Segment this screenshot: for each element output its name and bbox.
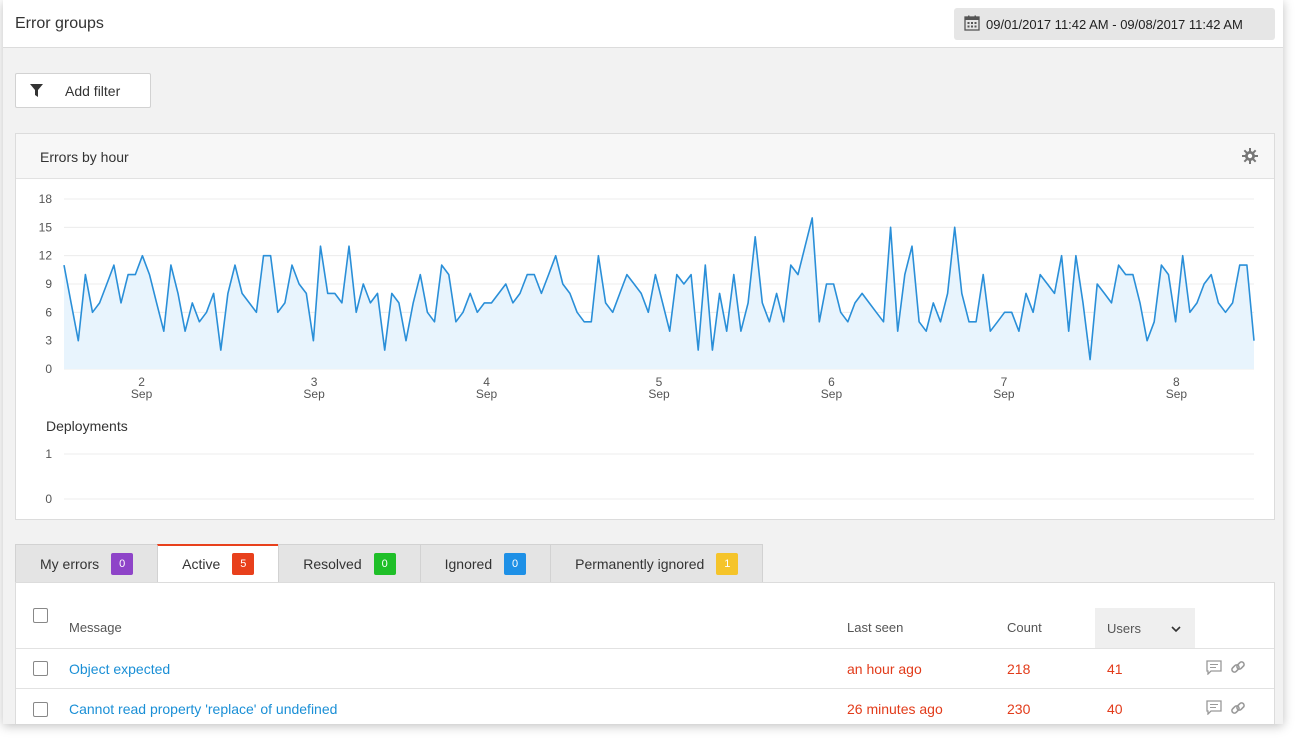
tab-count-badge: 5: [232, 553, 255, 575]
table-row[interactable]: Cannot read property 'replace' of undefi…: [16, 689, 1274, 724]
x-tick-month: Sep: [993, 387, 1015, 401]
link-icon[interactable]: [1230, 659, 1246, 678]
tab-ignored[interactable]: Ignored 0: [419, 544, 551, 583]
tab-resolved[interactable]: Resolved 0: [278, 544, 420, 583]
tab-count-badge: 0: [373, 552, 396, 575]
row-select-cell: [33, 689, 48, 724]
tab-label: Ignored: [444, 555, 493, 572]
tab-count-badge: 0: [111, 552, 134, 575]
y-tick-label: 18: [39, 192, 53, 206]
date-range-text: 09/01/2017 11:42 AM - 09/08/2017 11:42 A…: [986, 16, 1243, 32]
errors-by-hour-chart: 0369121518 2Sep3Sep4Sep5Sep6Sep7Sep8Sep …: [39, 192, 1255, 506]
app-window: Error groups 09/01/2017 11:42 AM - 09/08…: [3, 0, 1283, 724]
tab-label: Permanently ignored: [575, 555, 705, 572]
tab-permanently-ignored[interactable]: Permanently ignored 1: [550, 544, 764, 583]
users-column-label: Users: [1107, 620, 1141, 636]
users-column-header[interactable]: Users: [1095, 608, 1195, 648]
error-status-tabs: My errors 0 Active 5 Resolved 0 Ignored 0 Perman…: [15, 544, 764, 583]
add-filter-button[interactable]: Add filter: [15, 73, 151, 108]
tab-count-badge: 0: [504, 552, 527, 575]
select-all-cell: [33, 583, 48, 648]
table-row[interactable]: Object expected an hour ago 218 41: [16, 649, 1274, 689]
x-tick-month: Sep: [131, 387, 153, 401]
y-tick-label: 12: [39, 249, 53, 263]
x-tick-month: Sep: [476, 387, 498, 401]
select-all-checkbox[interactable]: [33, 608, 48, 623]
last-seen-value: 26 minutes ago: [847, 701, 943, 717]
deployments-tick-label: 1: [45, 447, 52, 461]
row-actions: [1206, 689, 1246, 724]
tab-label: Resolved: [303, 555, 362, 572]
tab-label: Active: [182, 556, 221, 572]
table-header: Message Last seen Count Users: [16, 583, 1274, 649]
row-checkbox[interactable]: [33, 701, 48, 717]
tab-label: My errors: [40, 555, 100, 572]
users-value: 40: [1107, 701, 1123, 717]
comment-icon[interactable]: [1206, 700, 1222, 718]
tab-my-errors[interactable]: My errors 0: [15, 544, 158, 583]
row-select-cell: [33, 649, 48, 688]
filter-icon: [30, 84, 43, 97]
last-seen-value: an hour ago: [847, 660, 922, 677]
tab-count-badge: 1: [716, 552, 739, 575]
message-column-header[interactable]: Message: [69, 583, 122, 648]
y-tick-label: 0: [45, 362, 52, 376]
error-message-link[interactable]: Cannot read property 'replace' of undefi…: [69, 689, 337, 724]
deployments-tick-label: 0: [45, 492, 52, 506]
last-seen-column-header[interactable]: Last seen: [847, 583, 903, 648]
tab-active[interactable]: Active 5: [157, 544, 279, 583]
row-actions: [1206, 649, 1246, 688]
chevron-down-icon: [1171, 621, 1181, 636]
x-tick-month: Sep: [821, 387, 843, 401]
count-value: 218: [1007, 660, 1031, 677]
deployments-label: Deployments: [46, 418, 128, 434]
error-message-link[interactable]: Object expected: [69, 649, 170, 688]
count-column-header[interactable]: Count: [1007, 583, 1042, 648]
x-tick-month: Sep: [1166, 387, 1188, 401]
y-tick-label: 15: [39, 220, 53, 234]
y-axis-ticks: 0 3 6 9 12 15 18: [39, 192, 53, 376]
date-range-picker[interactable]: 09/01/2017 11:42 AM - 09/08/2017 11:42 A…: [954, 8, 1275, 40]
comment-icon[interactable]: [1206, 659, 1222, 678]
add-filter-label: Add filter: [65, 82, 121, 99]
count-value: 230: [1007, 701, 1031, 717]
errors-chart-panel: Errors by hour 0 3 6 9 12 15 18 2 Sep 3 Sep 4 Sep 5 S: [15, 133, 1275, 520]
page-title: Error groups: [15, 15, 104, 32]
x-tick-month: Sep: [648, 387, 670, 401]
calendar-icon: [964, 15, 980, 34]
y-tick-label: 9: [45, 277, 52, 291]
users-value: 41: [1107, 660, 1123, 677]
error-groups-table: Message Last seen Count Users Object exp…: [15, 582, 1275, 724]
x-axis-ticks: 2Sep3Sep4Sep5Sep6Sep7Sep8Sep: [131, 375, 1187, 401]
deployments-axis: 10: [45, 447, 1254, 506]
y-tick-label: 3: [45, 334, 52, 348]
link-icon[interactable]: [1230, 700, 1246, 719]
x-tick-month: Sep: [303, 387, 325, 401]
row-checkbox[interactable]: [33, 661, 48, 676]
y-tick-label: 6: [45, 305, 52, 319]
top-bar: Error groups 09/01/2017 11:42 AM - 09/08…: [3, 0, 1283, 48]
